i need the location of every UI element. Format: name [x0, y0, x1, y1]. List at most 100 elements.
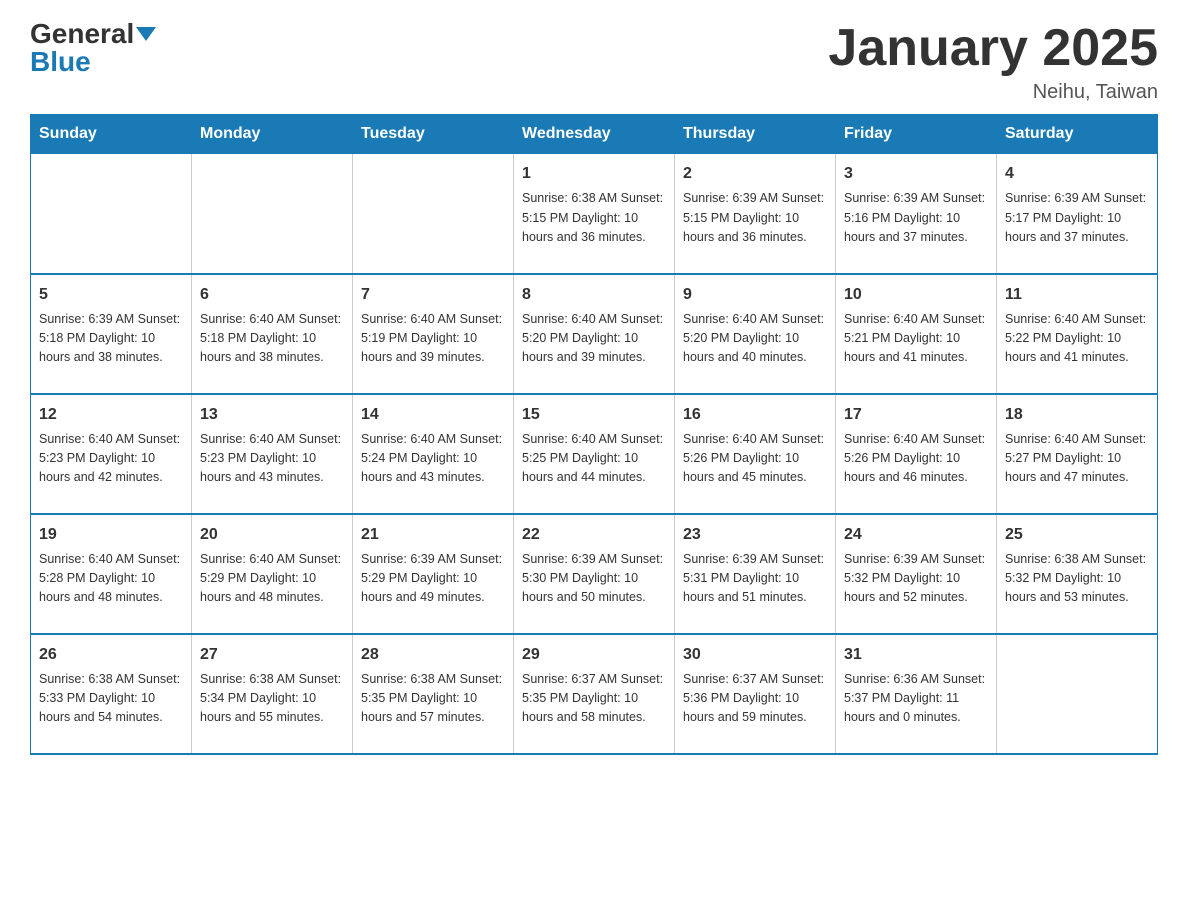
day-number: 8 [522, 283, 666, 307]
calendar-cell: 7 Sunrise: 6:40 AM Sunset: 5:19 PM Daylig… [353, 274, 514, 394]
title-section: January 2025 Neihu, Taiwan [828, 20, 1158, 104]
logo-general-text: General [30, 20, 134, 48]
day-info: Sunrise: 6:39 AM Sunset: 5:16 PM Dayligh… [844, 189, 988, 247]
calendar-cell: 12 Sunrise: 6:40 AM Sunset: 5:23 PM Dayli… [31, 394, 192, 514]
day-info: Sunrise: 6:40 AM Sunset: 5:29 PM Dayligh… [200, 550, 344, 608]
day-info: Sunrise: 6:38 AM Sunset: 5:33 PM Dayligh… [39, 670, 183, 728]
day-number: 27 [200, 643, 344, 667]
day-number: 3 [844, 162, 988, 186]
calendar-cell: 28Sunrise: 6:38 AM Sunset: 5:35 PM Dayli… [353, 634, 514, 754]
day-number: 9 [683, 283, 827, 307]
calendar-cell: 5Sunrise: 6:39 AM Sunset: 5:18 PM Daylig… [31, 274, 192, 394]
calendar-cell: 4 Sunrise: 6:39 AM Sunset: 5:17 PM Daylig… [997, 154, 1158, 274]
day-number: 26 [39, 643, 183, 667]
day-info: Sunrise: 6:40 AM Sunset: 5:22 PM Dayligh… [1005, 310, 1149, 368]
day-info: Sunrise: 6:39 AM Sunset: 5:29 PM Dayligh… [361, 550, 505, 608]
day-number: 29 [522, 643, 666, 667]
logo: General Blue [30, 20, 156, 76]
day-number: 7 [361, 283, 505, 307]
day-info: Sunrise: 6:39 AM Sunset: 5:17 PM Dayligh… [1005, 189, 1149, 247]
calendar-cell: 31 Sunrise: 6:36 AM Sunset: 5:37 PM Dayli… [836, 634, 997, 754]
day-info: Sunrise: 6:40 AM Sunset: 5:20 PM Dayligh… [683, 310, 827, 368]
calendar-week-row: 1Sunrise: 6:38 AM Sunset: 5:15 PM Daylig… [31, 154, 1158, 274]
calendar-cell: 30 Sunrise: 6:37 AM Sunset: 5:36 PM Dayli… [675, 634, 836, 754]
calendar-cell: 15Sunrise: 6:40 AM Sunset: 5:25 PM Dayli… [514, 394, 675, 514]
day-info: Sunrise: 6:40 AM Sunset: 5:18 PM Dayligh… [200, 310, 344, 368]
calendar-cell: 14 Sunrise: 6:40 AM Sunset: 5:24 PM Dayli… [353, 394, 514, 514]
day-number: 4 [1005, 162, 1149, 186]
calendar-cell: 26 Sunrise: 6:38 AM Sunset: 5:33 PM Dayli… [31, 634, 192, 754]
calendar-week-row: 12 Sunrise: 6:40 AM Sunset: 5:23 PM Dayli… [31, 394, 1158, 514]
calendar-cell: 10Sunrise: 6:40 AM Sunset: 5:21 PM Dayli… [836, 274, 997, 394]
calendar-cell: 18 Sunrise: 6:40 AM Sunset: 5:27 PM Dayli… [997, 394, 1158, 514]
weekday-header-saturday: Saturday [997, 115, 1158, 154]
weekday-header-wednesday: Wednesday [514, 115, 675, 154]
day-info: Sunrise: 6:40 AM Sunset: 5:26 PM Dayligh… [683, 430, 827, 488]
calendar-cell: 27 Sunrise: 6:38 AM Sunset: 5:34 PM Dayli… [192, 634, 353, 754]
day-info: Sunrise: 6:40 AM Sunset: 5:23 PM Dayligh… [200, 430, 344, 488]
calendar-header: SundayMondayTuesdayWednesdayThursdayFrid… [31, 115, 1158, 154]
day-number: 14 [361, 403, 505, 427]
day-info: Sunrise: 6:37 AM Sunset: 5:35 PM Dayligh… [522, 670, 666, 728]
calendar-cell: 16 Sunrise: 6:40 AM Sunset: 5:26 PM Dayli… [675, 394, 836, 514]
calendar-cell: 20 Sunrise: 6:40 AM Sunset: 5:29 PM Dayli… [192, 514, 353, 634]
day-info: Sunrise: 6:38 AM Sunset: 5:32 PM Dayligh… [1005, 550, 1149, 608]
calendar-cell: 24Sunrise: 6:39 AM Sunset: 5:32 PM Dayli… [836, 514, 997, 634]
logo-blue-text: Blue [30, 48, 91, 76]
calendar-cell: 13 Sunrise: 6:40 AM Sunset: 5:23 PM Dayli… [192, 394, 353, 514]
day-info: Sunrise: 6:40 AM Sunset: 5:28 PM Dayligh… [39, 550, 183, 608]
day-info: Sunrise: 6:39 AM Sunset: 5:15 PM Dayligh… [683, 189, 827, 247]
day-number: 30 [683, 643, 827, 667]
day-number: 17 [844, 403, 988, 427]
calendar-cell: 1Sunrise: 6:38 AM Sunset: 5:15 PM Daylig… [514, 154, 675, 274]
day-number: 16 [683, 403, 827, 427]
calendar-cell: 23 Sunrise: 6:39 AM Sunset: 5:31 PM Dayli… [675, 514, 836, 634]
day-info: Sunrise: 6:40 AM Sunset: 5:25 PM Dayligh… [522, 430, 666, 488]
weekday-header-thursday: Thursday [675, 115, 836, 154]
calendar-cell: 9 Sunrise: 6:40 AM Sunset: 5:20 PM Daylig… [675, 274, 836, 394]
calendar-cell: 8 Sunrise: 6:40 AM Sunset: 5:20 PM Daylig… [514, 274, 675, 394]
day-number: 18 [1005, 403, 1149, 427]
calendar-cell [997, 634, 1158, 754]
day-number: 25 [1005, 523, 1149, 547]
page-header: General Blue January 2025 Neihu, Taiwan [30, 20, 1158, 104]
day-info: Sunrise: 6:40 AM Sunset: 5:26 PM Dayligh… [844, 430, 988, 488]
weekday-header-monday: Monday [192, 115, 353, 154]
day-info: Sunrise: 6:40 AM Sunset: 5:24 PM Dayligh… [361, 430, 505, 488]
day-info: Sunrise: 6:38 AM Sunset: 5:34 PM Dayligh… [200, 670, 344, 728]
day-number: 19 [39, 523, 183, 547]
calendar-week-row: 19 Sunrise: 6:40 AM Sunset: 5:28 PM Dayli… [31, 514, 1158, 634]
day-info: Sunrise: 6:40 AM Sunset: 5:23 PM Dayligh… [39, 430, 183, 488]
day-number: 20 [200, 523, 344, 547]
calendar-cell: 3 Sunrise: 6:39 AM Sunset: 5:16 PM Daylig… [836, 154, 997, 274]
calendar-cell: 6Sunrise: 6:40 AM Sunset: 5:18 PM Daylig… [192, 274, 353, 394]
calendar-cell: 2Sunrise: 6:39 AM Sunset: 5:15 PM Daylig… [675, 154, 836, 274]
day-number: 12 [39, 403, 183, 427]
day-info: Sunrise: 6:39 AM Sunset: 5:31 PM Dayligh… [683, 550, 827, 608]
calendar-table: SundayMondayTuesdayWednesdayThursdayFrid… [30, 114, 1158, 755]
day-info: Sunrise: 6:38 AM Sunset: 5:35 PM Dayligh… [361, 670, 505, 728]
day-number: 13 [200, 403, 344, 427]
weekday-header-friday: Friday [836, 115, 997, 154]
day-info: Sunrise: 6:40 AM Sunset: 5:19 PM Dayligh… [361, 310, 505, 368]
day-number: 31 [844, 643, 988, 667]
day-info: Sunrise: 6:36 AM Sunset: 5:37 PM Dayligh… [844, 670, 988, 728]
calendar-cell: 11Sunrise: 6:40 AM Sunset: 5:22 PM Dayli… [997, 274, 1158, 394]
weekday-header-tuesday: Tuesday [353, 115, 514, 154]
day-info: Sunrise: 6:40 AM Sunset: 5:21 PM Dayligh… [844, 310, 988, 368]
calendar-body: 1Sunrise: 6:38 AM Sunset: 5:15 PM Daylig… [31, 154, 1158, 754]
calendar-subtitle: Neihu, Taiwan [828, 81, 1158, 104]
day-info: Sunrise: 6:39 AM Sunset: 5:32 PM Dayligh… [844, 550, 988, 608]
calendar-title: January 2025 [828, 20, 1158, 77]
calendar-cell: 29 Sunrise: 6:37 AM Sunset: 5:35 PM Dayli… [514, 634, 675, 754]
day-number: 23 [683, 523, 827, 547]
day-info: Sunrise: 6:40 AM Sunset: 5:20 PM Dayligh… [522, 310, 666, 368]
day-info: Sunrise: 6:40 AM Sunset: 5:27 PM Dayligh… [1005, 430, 1149, 488]
calendar-week-row: 5Sunrise: 6:39 AM Sunset: 5:18 PM Daylig… [31, 274, 1158, 394]
calendar-cell: 25 Sunrise: 6:38 AM Sunset: 5:32 PM Dayli… [997, 514, 1158, 634]
day-number: 1 [522, 162, 666, 186]
day-info: Sunrise: 6:37 AM Sunset: 5:36 PM Dayligh… [683, 670, 827, 728]
weekday-header-row: SundayMondayTuesdayWednesdayThursdayFrid… [31, 115, 1158, 154]
calendar-cell [192, 154, 353, 274]
logo-triangle-icon [136, 27, 156, 41]
